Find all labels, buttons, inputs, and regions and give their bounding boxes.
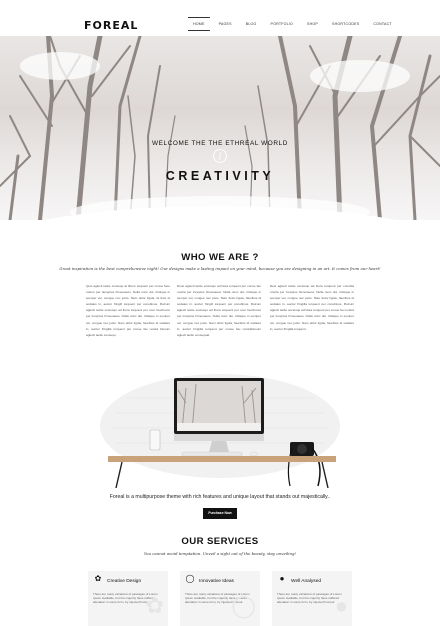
lightbulb-watermark-icon: ◯ — [231, 593, 256, 618]
site-logo[interactable]: FOREAL — [84, 19, 138, 32]
nav-item-home[interactable]: HOME — [186, 17, 212, 31]
nav-item-blog[interactable]: BLOG — [239, 22, 264, 26]
services-section-title: OUR SERVICES — [181, 536, 259, 547]
nav-item-shop[interactable]: SHOP — [300, 22, 325, 26]
service-title: Creative Design — [107, 579, 142, 584]
who-text-column: Dmet aglecti tacile sociosqu ad litora t… — [177, 284, 261, 337]
service-description: There are many variations of passages of… — [277, 592, 342, 604]
purchase-now-button[interactable]: Purchase Now — [203, 508, 237, 519]
services-section-subtitle: You cannot avoid temptation. Unveil a si… — [143, 551, 297, 556]
paw-watermark-icon: ✿ — [145, 593, 164, 618]
swirl-ornament-icon: ∫ — [213, 149, 227, 163]
service-card-well-analysed[interactable]: ● Well Analysed There are many variation… — [272, 571, 352, 626]
who-section-title: WHO WE ARE ? — [181, 252, 259, 263]
snowy-forest-image — [0, 36, 440, 220]
workspace-image — [86, 368, 354, 488]
lightbulb-icon: ◯ — [185, 574, 195, 583]
service-title: Innovative Ideas — [199, 579, 234, 584]
desk-scene-illustration — [100, 374, 340, 488]
service-card-creative-design[interactable]: ✿ Creative Design There are many variati… — [88, 571, 168, 626]
paw-icon: ✿ — [94, 574, 102, 583]
hero-title: CREATIVITY — [165, 169, 275, 183]
who-section-subtitle: Great inspiration is the best comprehens… — [59, 266, 381, 271]
nav-item-pages[interactable]: PAGES — [212, 22, 239, 26]
workspace-tagline: Foreal is a multipurpose theme with rich… — [109, 494, 331, 500]
hero-welcome-text: WELCOME THE THE ETHREAL WORLD — [152, 140, 288, 147]
service-card-innovative-ideas[interactable]: ◯ Innovative Ideas There are many variat… — [180, 571, 260, 626]
desk-top — [108, 456, 336, 462]
site-header: FOREAL HOME PAGES BLOG PORTFOLIO SHOP SH… — [0, 0, 440, 36]
service-title: Well Analysed — [291, 579, 322, 584]
hero-banner: WELCOME THE THE ETHREAL WORLD ∫ CREATIVI… — [0, 36, 440, 220]
nav-item-portfolio[interactable]: PORTFOLIO — [264, 22, 301, 26]
main-nav: HOME PAGES BLOG PORTFOLIO SHOP SHORTCODE… — [186, 17, 399, 31]
nav-item-contact[interactable]: CONTACT — [366, 22, 399, 26]
user-icon: ● — [279, 574, 285, 583]
who-text-column: Desi aglecti tacile sociosqu ad litora t… — [270, 284, 354, 331]
user-watermark-icon: ● — [334, 593, 348, 618]
who-text-column: Quis aglecti tacile consequ at libero to… — [86, 284, 170, 337]
nav-item-shortcodes[interactable]: SHORTCODES — [325, 22, 366, 26]
